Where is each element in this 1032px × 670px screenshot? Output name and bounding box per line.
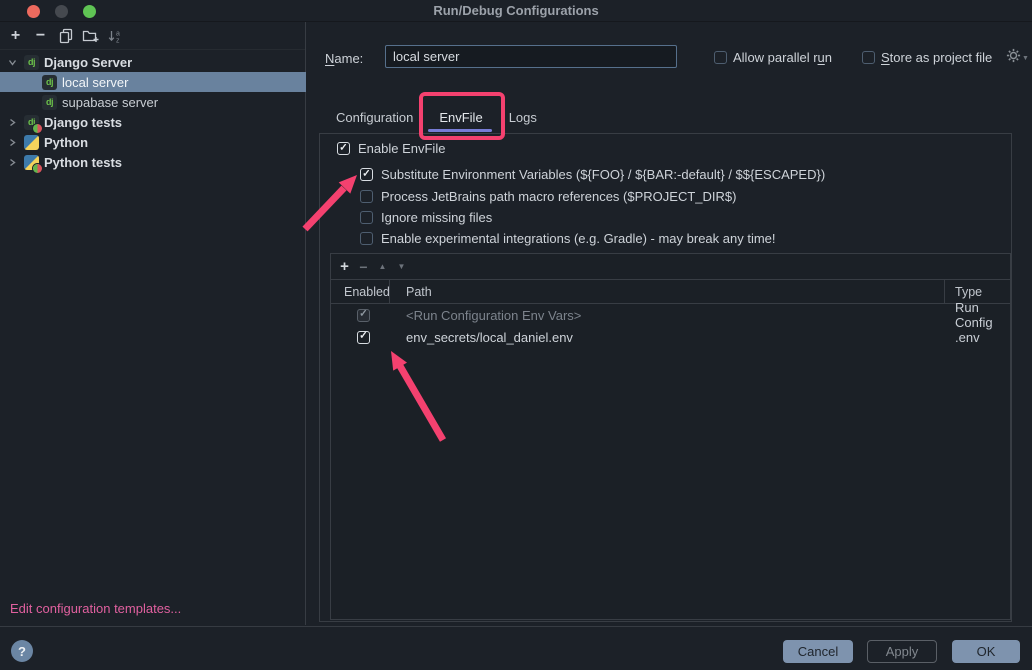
name-label: Name: xyxy=(325,51,363,66)
tree-item-label: supabase server xyxy=(62,95,158,110)
tree-item-django-tests[interactable]: dj Django tests xyxy=(0,112,306,132)
sort-configurations-button[interactable]: a z xyxy=(103,25,128,47)
env-row-type: Run Config xyxy=(945,300,1010,330)
plus-icon: + xyxy=(11,28,20,44)
plus-icon: + xyxy=(340,258,349,275)
django-tests-icon: dj xyxy=(24,115,39,130)
checkbox-icon[interactable]: ✓ xyxy=(360,168,373,181)
edit-configuration-templates-link[interactable]: Edit configuration templates... xyxy=(10,601,181,616)
tab-configuration[interactable]: Configuration xyxy=(336,110,413,125)
tree-item-label: local server xyxy=(62,75,128,90)
enable-envfile-option[interactable]: ✓ Enable EnvFile xyxy=(337,141,445,156)
tree-item-supabase-server[interactable]: dj supabase server xyxy=(0,92,306,112)
apply-button[interactable]: Apply xyxy=(867,640,937,663)
store-settings-button[interactable]: ▼ xyxy=(1006,48,1029,63)
django-icon: dj xyxy=(42,75,57,90)
move-down-button[interactable]: ▼ xyxy=(392,257,411,277)
add-configuration-button[interactable]: + xyxy=(3,25,28,47)
arrow-up-icon: ▲ xyxy=(379,262,387,271)
remove-env-file-button[interactable]: − xyxy=(354,257,373,277)
tree-item-python-tests[interactable]: Python tests xyxy=(0,152,306,172)
checkbox-icon[interactable] xyxy=(714,51,727,64)
caret-down-icon: ▼ xyxy=(1022,55,1029,62)
tree-item-label: Django Server xyxy=(44,55,132,70)
table-header: Enabled Path Type xyxy=(331,280,1010,304)
env-row-path[interactable]: env_secrets/local_daniel.env xyxy=(390,330,945,345)
gear-icon xyxy=(1006,48,1021,63)
table-row[interactable]: ✓ env_secrets/local_daniel.env .env xyxy=(331,326,1010,348)
dialog-footer: ? Cancel Apply OK xyxy=(0,626,1032,670)
tree-item-label: Django tests xyxy=(44,115,122,130)
cancel-button[interactable]: Cancel xyxy=(783,640,853,663)
tree-item-label: Python xyxy=(44,135,88,150)
new-folder-button[interactable] xyxy=(78,25,103,47)
option-label: Process JetBrains path macro references … xyxy=(381,190,736,204)
env-row-path[interactable]: <Run Configuration Env Vars> xyxy=(390,308,945,323)
configurations-sidebar: + − a z xyxy=(0,22,306,625)
experimental-integrations-option[interactable]: Enable experimental integrations (e.g. G… xyxy=(360,231,776,246)
minus-icon: − xyxy=(36,28,45,44)
env-row-type: .env xyxy=(945,330,1010,345)
sort-a-glyph: a xyxy=(116,30,120,37)
sidebar-toolbar: + − a z xyxy=(0,22,305,50)
new-folder-icon xyxy=(82,28,100,44)
store-as-project-file-label: Store as project file xyxy=(881,50,992,65)
python-icon xyxy=(24,135,39,150)
option-label: Enable experimental integrations (e.g. G… xyxy=(381,232,776,246)
move-up-button[interactable]: ▲ xyxy=(373,257,392,277)
option-label: Enable EnvFile xyxy=(358,142,445,156)
ignore-missing-files-option[interactable]: Ignore missing files xyxy=(360,210,492,225)
arrow-down-icon: ▼ xyxy=(398,262,406,271)
chevron-right-icon[interactable] xyxy=(6,137,19,147)
ok-button[interactable]: OK xyxy=(952,640,1020,663)
option-label: Ignore missing files xyxy=(381,211,492,225)
question-icon: ? xyxy=(18,644,26,659)
checkbox-icon[interactable]: ✓ xyxy=(337,142,350,155)
window-title: Run/Debug Configurations xyxy=(0,3,1032,18)
active-tab-indicator xyxy=(428,129,492,132)
checkbox-icon[interactable] xyxy=(360,232,373,245)
env-files-table: + − ▲ ▼ Enabled Path Type ✓ <Run Configu… xyxy=(330,253,1011,620)
table-row[interactable]: ✓ <Run Configuration Env Vars> Run Confi… xyxy=(331,304,1010,326)
django-icon: dj xyxy=(24,55,39,70)
checkbox-icon[interactable]: ✓ xyxy=(357,331,370,344)
table-toolbar: + − ▲ ▼ xyxy=(331,254,1010,280)
chevron-right-icon[interactable] xyxy=(6,117,19,127)
tree-item-django-server[interactable]: dj Django Server xyxy=(0,52,306,72)
allow-parallel-run-label: Allow parallel run xyxy=(733,50,832,65)
substitute-env-vars-option[interactable]: ✓ Substitute Environment Variables (${FO… xyxy=(360,167,825,182)
tree-item-python[interactable]: Python xyxy=(0,132,306,152)
python-tests-icon xyxy=(24,155,39,170)
remove-configuration-button[interactable]: − xyxy=(28,25,53,47)
minus-icon: − xyxy=(359,259,367,275)
checkbox-icon: ✓ xyxy=(357,309,370,322)
chevron-down-icon[interactable] xyxy=(6,57,19,67)
add-env-file-button[interactable]: + xyxy=(335,257,354,277)
window-titlebar: Run/Debug Configurations xyxy=(0,0,1032,22)
django-icon: dj xyxy=(42,95,57,110)
column-header-path: Path xyxy=(390,280,945,303)
chevron-right-icon[interactable] xyxy=(6,157,19,167)
tab-envfile[interactable]: EnvFile xyxy=(439,110,482,125)
tab-logs[interactable]: Logs xyxy=(509,110,537,125)
sort-z-glyph: z xyxy=(116,37,120,44)
tree-item-local-server[interactable]: dj local server xyxy=(0,72,306,92)
column-header-enabled: Enabled xyxy=(331,280,390,303)
copy-configuration-button[interactable] xyxy=(53,25,78,47)
name-input[interactable] xyxy=(385,45,677,68)
option-label: Substitute Environment Variables (${FOO}… xyxy=(381,168,825,182)
configurations-tree: dj Django Server dj local server dj supa… xyxy=(0,52,305,172)
process-path-macro-option[interactable]: Process JetBrains path macro references … xyxy=(360,189,736,204)
tree-item-label: Python tests xyxy=(44,155,122,170)
copy-icon xyxy=(58,28,74,44)
config-tabs: Configuration EnvFile Logs xyxy=(336,110,537,125)
checkbox-icon[interactable] xyxy=(360,211,373,224)
checkbox-icon[interactable] xyxy=(862,51,875,64)
store-as-project-file-checkbox[interactable]: Store as project file xyxy=(862,50,992,65)
allow-parallel-run-checkbox[interactable]: Allow parallel run xyxy=(714,50,832,65)
sort-az-icon: a z xyxy=(107,28,124,44)
checkbox-icon[interactable] xyxy=(360,190,373,203)
help-button[interactable]: ? xyxy=(11,640,33,662)
